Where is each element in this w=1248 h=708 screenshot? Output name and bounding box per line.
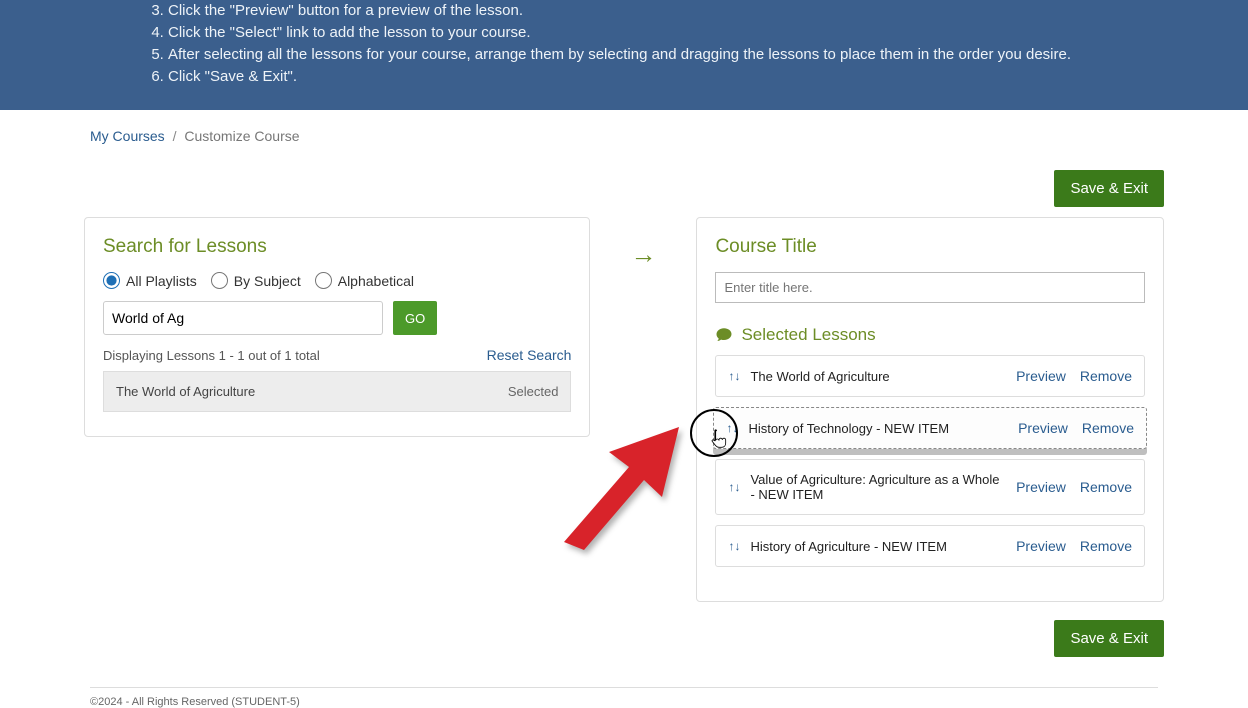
selected-lessons-heading: Selected Lessons	[715, 325, 1145, 345]
instruction-banner: Click the "Preview" button for a preview…	[0, 0, 1248, 110]
search-panel: Search for Lessons All Playlists By Subj…	[84, 217, 590, 437]
course-panel: Course Title Selected Lessons ↑↓ The Wor…	[696, 217, 1164, 602]
instruction-item: Click "Save & Exit".	[168, 66, 1158, 88]
remove-link[interactable]: Remove	[1080, 538, 1132, 554]
preview-link[interactable]: Preview	[1016, 538, 1066, 554]
lesson-title: Value of Agriculture: Agriculture as a W…	[750, 472, 1006, 502]
search-result-title: The World of Agriculture	[116, 384, 255, 399]
filter-by-subject[interactable]: By Subject	[211, 272, 301, 289]
selected-lessons-label: Selected Lessons	[741, 325, 875, 345]
save-exit-button[interactable]: Save & Exit	[1054, 620, 1164, 657]
selected-lesson-row-dragging[interactable]: ↑↓ History of Technology - NEW ITEM Prev…	[713, 407, 1147, 449]
arrow-right-icon: →	[630, 239, 656, 270]
filter-alphabetical[interactable]: Alphabetical	[315, 272, 414, 289]
search-panel-title: Search for Lessons	[103, 236, 571, 258]
annotation-arrow-icon	[544, 422, 684, 552]
filter-all-playlists-label: All Playlists	[126, 273, 197, 289]
remove-link[interactable]: Remove	[1080, 479, 1132, 495]
filter-alphabetical-radio[interactable]	[315, 272, 332, 289]
search-result-status: Selected	[508, 384, 559, 399]
drag-handle-icon[interactable]: ↑↓	[728, 480, 740, 494]
breadcrumb-separator: /	[173, 128, 177, 144]
breadcrumb: My Courses / Customize Course	[0, 110, 1248, 152]
selected-lesson-row[interactable]: ↑↓ History of Agriculture - NEW ITEM Pre…	[715, 525, 1145, 567]
breadcrumb-current: Customize Course	[184, 128, 299, 144]
instruction-list: Click the "Preview" button for a preview…	[90, 0, 1158, 88]
instruction-item: Click the "Preview" button for a preview…	[168, 0, 1158, 22]
preview-link[interactable]: Preview	[1016, 368, 1066, 384]
breadcrumb-home-link[interactable]: My Courses	[90, 128, 165, 144]
selected-lesson-row[interactable]: ↑↓ The World of Agriculture Preview Remo…	[715, 355, 1145, 397]
drag-handle-icon[interactable]: ↑↓	[726, 421, 738, 435]
filter-by-subject-radio[interactable]	[211, 272, 228, 289]
filter-all-playlists[interactable]: All Playlists	[103, 272, 197, 289]
remove-link[interactable]: Remove	[1080, 368, 1132, 384]
filter-alphabetical-label: Alphabetical	[338, 273, 414, 289]
reset-search-link[interactable]: Reset Search	[487, 347, 572, 363]
lesson-title: History of Agriculture - NEW ITEM	[750, 539, 1006, 554]
search-input[interactable]	[103, 301, 383, 335]
course-title-label: Course Title	[715, 236, 1145, 258]
result-count: Displaying Lessons 1 - 1 out of 1 total	[103, 348, 320, 363]
lesson-title: History of Technology - NEW ITEM	[748, 421, 1008, 436]
drag-handle-icon[interactable]: ↑↓	[728, 539, 740, 553]
instruction-item: Click the "Select" link to add the lesso…	[168, 22, 1158, 44]
go-button[interactable]: GO	[393, 301, 437, 335]
filter-radio-group: All Playlists By Subject Alphabetical	[103, 272, 571, 289]
save-exit-button[interactable]: Save & Exit	[1054, 170, 1164, 207]
instruction-item: After selecting all the lessons for your…	[168, 44, 1158, 66]
selected-lesson-row[interactable]: ↑↓ Value of Agriculture: Agriculture as …	[715, 459, 1145, 515]
footer-copyright: ©2024 - All Rights Reserved (STUDENT-5)	[0, 688, 1248, 708]
course-title-input[interactable]	[715, 272, 1145, 303]
lesson-title: The World of Agriculture	[750, 369, 1006, 384]
drag-handle-icon[interactable]: ↑↓	[728, 369, 740, 383]
preview-link[interactable]: Preview	[1016, 479, 1066, 495]
filter-all-playlists-radio[interactable]	[103, 272, 120, 289]
filter-by-subject-label: By Subject	[234, 273, 301, 289]
chat-icon	[715, 326, 733, 344]
search-result-row[interactable]: The World of Agriculture Selected	[103, 371, 571, 412]
remove-link[interactable]: Remove	[1082, 420, 1134, 436]
preview-link[interactable]: Preview	[1018, 420, 1068, 436]
